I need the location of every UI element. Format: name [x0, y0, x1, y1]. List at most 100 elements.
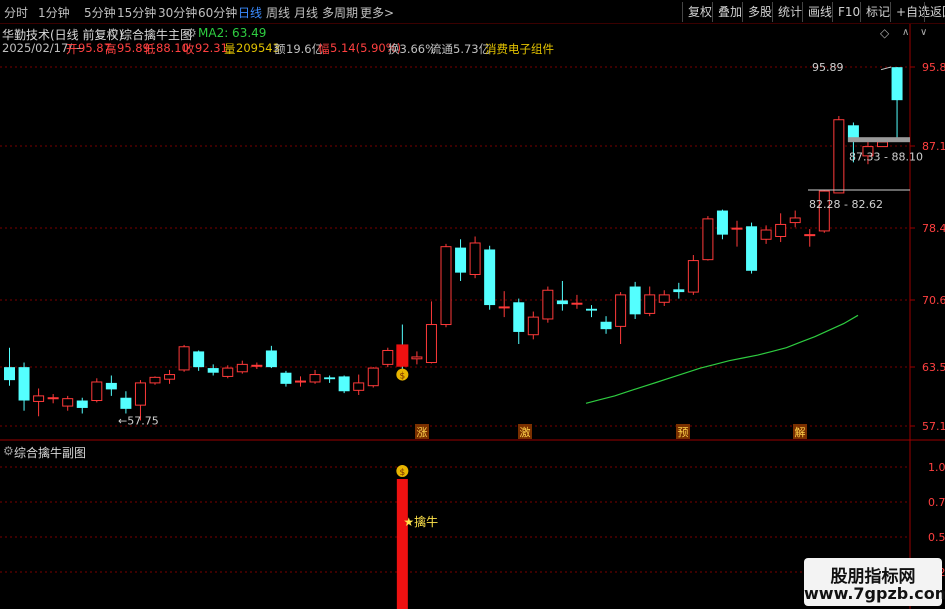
candle [309, 369, 321, 384]
candle-body [91, 381, 103, 402]
candle-body [498, 306, 510, 309]
price-axis-label-2: 78.45 [922, 222, 945, 235]
candle-body [251, 364, 263, 367]
candle [382, 347, 394, 368]
candle-body [702, 218, 714, 261]
candle [353, 374, 365, 395]
candle-body [455, 247, 467, 273]
candle-body [353, 382, 365, 391]
candle-body [47, 397, 59, 400]
range-bar-1 [848, 137, 910, 143]
range-label-2: 82.28 - 82.62 [809, 198, 883, 211]
candle-body [716, 210, 728, 235]
candle [236, 360, 248, 374]
candle-body [687, 260, 699, 293]
candle-body [804, 234, 816, 237]
candle [746, 222, 758, 274]
candle [731, 220, 743, 247]
candle-body [440, 246, 452, 326]
candle [571, 294, 583, 309]
candle-body [658, 294, 670, 303]
candle-body [513, 302, 525, 332]
candle [411, 351, 423, 365]
candle [760, 225, 772, 244]
candle-body [4, 367, 15, 381]
candle [891, 67, 903, 140]
candle [455, 239, 467, 281]
candle-body [556, 300, 568, 305]
candle-body [33, 395, 45, 402]
candle [804, 229, 816, 247]
candle [396, 324, 409, 370]
candle [33, 388, 45, 417]
candle [149, 376, 161, 385]
candle-body [62, 398, 74, 407]
candle-body [484, 249, 496, 306]
candle-body [134, 382, 146, 406]
candle [265, 345, 277, 369]
low-label: ←57.75 [118, 414, 159, 427]
signal-label-3: 解 [795, 425, 806, 439]
candle-body [542, 289, 554, 320]
candle [644, 286, 656, 317]
watermark-line-2: www.7gpzb.com [804, 584, 945, 603]
signal-label-2: 预 [678, 426, 689, 439]
candle-body [222, 367, 234, 377]
candle [687, 255, 699, 295]
candle [18, 362, 30, 411]
candle-body [280, 372, 292, 384]
candle [324, 375, 336, 383]
candle-body [469, 242, 481, 275]
candle-body [411, 356, 423, 360]
candle [425, 301, 437, 364]
candle [673, 282, 685, 299]
candle-body [673, 289, 685, 293]
candle [542, 286, 554, 323]
candle [207, 364, 219, 376]
candle-body [644, 294, 656, 314]
candle [556, 280, 568, 311]
candle-body [586, 308, 597, 311]
candle [62, 395, 74, 411]
candle-body [382, 349, 394, 365]
candle [702, 216, 714, 261]
candle [295, 376, 306, 387]
candle-body [731, 227, 743, 230]
sub-signal-bar [396, 479, 408, 609]
candle-body [236, 363, 248, 373]
candle [47, 394, 59, 404]
candle [76, 397, 88, 414]
price-axis-label-5: 57.15 [922, 420, 945, 433]
candle [164, 369, 176, 384]
candle-body [629, 286, 641, 315]
candle [527, 311, 539, 340]
price-axis-label-3: 70.67 [922, 294, 945, 307]
candle-body [571, 302, 583, 305]
candle-body [338, 376, 350, 392]
candle-body [833, 119, 845, 194]
candle [440, 243, 452, 328]
candle-body [193, 351, 205, 368]
star-signal-label: ★擒牛 [403, 514, 438, 529]
sub-money-bag-symbol: $ [399, 468, 405, 478]
candle-body [760, 229, 772, 240]
candle-body [527, 316, 539, 336]
candle [498, 291, 510, 318]
candle-body [425, 324, 437, 364]
annotations-group: 95.89 ←57.75 87.33 - 88.10 82.28 - 82.62 $ [118, 61, 923, 427]
candle-body [877, 141, 888, 148]
price-axis-label-0: 95.89 [922, 61, 945, 74]
candle-body [105, 382, 117, 390]
money-bag-symbol: $ [399, 372, 405, 382]
sub-axis-label-2: 0.50 [928, 531, 945, 544]
candle [600, 316, 612, 334]
candle-body [120, 397, 132, 409]
price-axis: 95.89 87.17 78.45 70.67 63.56 57.15 [910, 61, 945, 433]
candle [178, 344, 190, 372]
price-axis-label-1: 87.17 [922, 140, 945, 153]
sub-axis-label-1: 0.75 [928, 496, 945, 509]
candle [833, 116, 845, 194]
kline-chart[interactable]: 95.89 87.17 78.45 70.67 63.56 57.15 1.00 0.75 0… [0, 0, 945, 609]
candle-body [207, 368, 219, 373]
candle-body-signal [396, 344, 409, 367]
